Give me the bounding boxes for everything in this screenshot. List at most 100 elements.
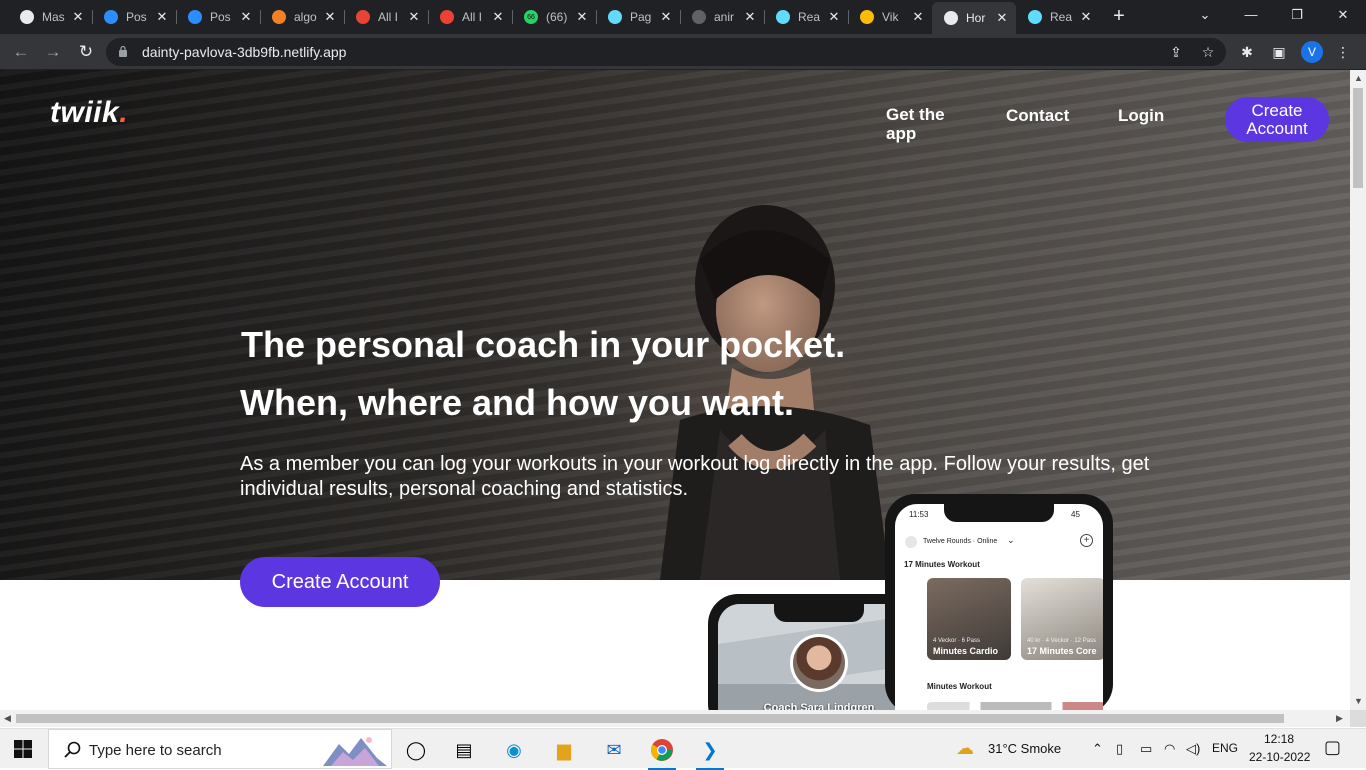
browser-tab[interactable]: All I ✕	[344, 4, 428, 30]
profile-avatar[interactable]: V	[1301, 41, 1323, 63]
close-window-button[interactable]: ✕	[1320, 0, 1366, 30]
wifi-icon[interactable]: ◠	[1164, 741, 1175, 757]
tab-title: All I	[378, 10, 399, 24]
weather-text[interactable]: 31°C Smoke	[988, 741, 1061, 756]
battery-saver-icon[interactable]: ▯	[1116, 741, 1123, 757]
search-highlight-art	[323, 737, 387, 766]
file-explorer-icon[interactable]: ▆	[546, 735, 582, 765]
forward-icon[interactable]: →	[41, 40, 65, 64]
browser-tab[interactable]: Rea ✕	[764, 4, 848, 30]
nav-get-the-app[interactable]: Get the app	[886, 105, 956, 143]
notifications-icon[interactable]: ▢	[1324, 737, 1341, 758]
lock-icon[interactable]	[118, 45, 128, 57]
tab-title: algo	[294, 10, 317, 24]
zoom-icon	[188, 10, 202, 24]
scroll-left-icon[interactable]: ◀	[4, 713, 11, 724]
new-tab-button[interactable]: +	[1108, 5, 1130, 27]
close-tab-icon[interactable]: ✕	[742, 9, 758, 25]
tab-title: Rea	[798, 10, 821, 24]
edge-icon[interactable]: ◉	[496, 735, 532, 765]
tab-title: Vik	[882, 10, 899, 24]
battery-icon[interactable]: ▭	[1140, 741, 1152, 757]
share-icon[interactable]: ⇪	[1166, 42, 1186, 62]
close-tab-icon[interactable]: ✕	[1078, 9, 1094, 25]
tab-search-icon[interactable]: ⌄	[1182, 0, 1228, 30]
close-tab-icon[interactable]: ✕	[154, 9, 170, 25]
chevron-down-icon[interactable]: ⌄	[1007, 535, 1015, 546]
browser-tab[interactable]: anir ✕	[680, 4, 764, 30]
workout-card-core[interactable]: 40 kr · 4 Veckor · 12 Pass 17 Minutes Co…	[1021, 578, 1103, 660]
browser-tab-strip: Mas ✕ Pos ✕ Pos ✕ algo ✕ All I ✕ All I ✕ 66 (66) ✕ Pag ✕…	[0, 0, 1366, 34]
close-tab-icon[interactable]: ✕	[994, 10, 1010, 26]
browser-tab[interactable]: Vik ✕	[848, 4, 932, 30]
minimize-button[interactable]: —	[1228, 0, 1274, 30]
group-avatar	[905, 536, 917, 548]
close-tab-icon[interactable]: ✕	[574, 9, 590, 25]
drive-icon	[860, 10, 874, 24]
horizontal-scrollbar[interactable]: ◀ ▶	[0, 710, 1350, 727]
browser-tab[interactable]: 66 (66) ✕	[512, 4, 596, 30]
close-tab-icon[interactable]: ✕	[238, 9, 254, 25]
back-icon[interactable]: ←	[9, 40, 33, 64]
clock-time[interactable]: 12:18	[1264, 732, 1294, 746]
vertical-scrollbar[interactable]: ▲ ▼	[1350, 70, 1366, 710]
weather-icon[interactable]: ☁	[956, 738, 974, 759]
close-tab-icon[interactable]: ✕	[322, 9, 338, 25]
nav-create-account-button[interactable]: Create Account	[1225, 97, 1329, 142]
clock-date[interactable]: 22-10-2022	[1249, 750, 1310, 764]
widgets-icon[interactable]: ▤	[446, 735, 482, 765]
browser-tab[interactable]: All I ✕	[428, 4, 512, 30]
react-icon	[776, 10, 790, 24]
scroll-right-icon[interactable]: ▶	[1336, 713, 1343, 724]
close-tab-icon[interactable]: ✕	[70, 9, 86, 25]
close-tab-icon[interactable]: ✕	[910, 9, 926, 25]
add-icon[interactable]: +	[1080, 534, 1093, 547]
search-placeholder: Type here to search	[89, 742, 222, 759]
windows-start-icon[interactable]	[14, 740, 32, 758]
coach-name: Coach Sara Lindgren	[763, 702, 875, 710]
browser-tab[interactable]: Hor ✕	[932, 2, 1016, 34]
task-view-icon[interactable]: ◯	[398, 735, 434, 765]
menu-kebab-icon[interactable]: ⋮	[1333, 42, 1353, 62]
close-tab-icon[interactable]: ✕	[826, 9, 842, 25]
restore-button[interactable]: ❐	[1274, 0, 1320, 30]
vertical-scroll-thumb[interactable]	[1353, 88, 1363, 188]
stackoverflow-icon	[272, 10, 286, 24]
close-tab-icon[interactable]: ✕	[406, 9, 422, 25]
workout-card-row[interactable]	[927, 702, 1103, 710]
browser-tab[interactable]: algo ✕	[260, 4, 344, 30]
scroll-down-icon[interactable]: ▼	[1354, 696, 1363, 706]
reload-icon[interactable]: ↻	[74, 40, 98, 64]
twiik-logo[interactable]: twiik.	[50, 96, 128, 130]
bookmark-star-icon[interactable]: ☆	[1198, 42, 1218, 62]
close-tab-icon[interactable]: ✕	[658, 9, 674, 25]
close-tab-icon[interactable]: ✕	[490, 9, 506, 25]
chevron-up-icon[interactable]: ⌃	[1092, 741, 1103, 757]
gmail-icon	[440, 10, 454, 24]
side-panel-icon[interactable]: ▣	[1269, 42, 1289, 62]
taskbar-search-box[interactable]: Type here to search	[48, 729, 392, 769]
vscode-icon[interactable]: ❯	[692, 735, 728, 770]
scroll-up-icon[interactable]: ▲	[1354, 73, 1363, 83]
language-indicator[interactable]: ENG	[1212, 741, 1238, 755]
mail-icon[interactable]: ✉	[596, 735, 632, 765]
tab-title: All I	[462, 10, 483, 24]
group-name[interactable]: Twelve Rounds · Online	[923, 538, 997, 545]
browser-tab[interactable]: Pag ✕	[596, 4, 680, 30]
horizontal-scroll-thumb[interactable]	[16, 714, 1284, 723]
nav-contact[interactable]: Contact	[1006, 106, 1069, 125]
extensions-icon[interactable]: ✱	[1237, 42, 1257, 62]
url-text[interactable]: dainty-pavlova-3db9fb.netlify.app	[142, 44, 346, 60]
hero-headline-2: When, where and how you want.	[240, 382, 795, 423]
browser-tab[interactable]: Pos ✕	[176, 4, 260, 30]
coach-avatar	[790, 634, 848, 692]
hero-create-account-button[interactable]: Create Account	[240, 557, 440, 607]
workout-card-cardio[interactable]: 4 Veckor · 6 Pass Minutes Cardio	[927, 578, 1011, 660]
browser-tab[interactable]: Mas ✕	[8, 4, 92, 30]
browser-tab[interactable]: Pos ✕	[92, 4, 176, 30]
volume-icon[interactable]: ◁)	[1186, 741, 1200, 757]
address-bar[interactable]: dainty-pavlova-3db9fb.netlify.app ⇪ ☆	[106, 38, 1226, 66]
chrome-icon[interactable]	[644, 735, 680, 770]
browser-tab[interactable]: Rea ✕	[1016, 4, 1100, 30]
nav-login[interactable]: Login	[1118, 106, 1164, 125]
